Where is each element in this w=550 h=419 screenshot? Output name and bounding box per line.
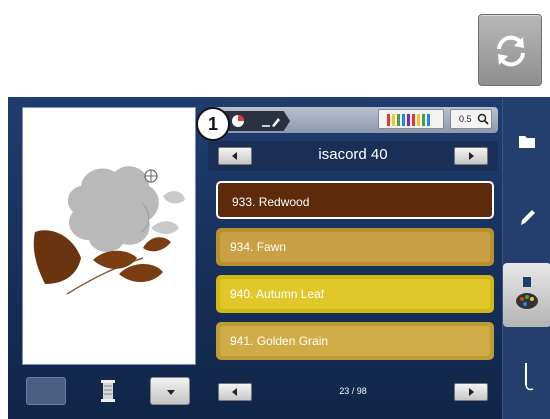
- page-next-button[interactable]: [454, 383, 488, 401]
- magnifier-icon: [477, 113, 489, 125]
- palette-icon: [516, 277, 538, 309]
- sidebar-needle-button[interactable]: [507, 355, 547, 399]
- zoom-button[interactable]: 0.5: [450, 109, 492, 129]
- sidebar-color-button[interactable]: [503, 263, 550, 327]
- callout-marker: 1: [196, 107, 230, 141]
- color-label: 940. Autumn Leaf: [230, 287, 325, 301]
- color-item-2[interactable]: 940. Autumn Leaf: [216, 275, 494, 313]
- color-label: 941. Golden Grain: [230, 334, 329, 348]
- brand-next-button[interactable]: [454, 147, 488, 165]
- scroll-down-button[interactable]: [150, 377, 190, 405]
- color-label: 933. Redwood: [232, 195, 310, 209]
- tab-edit[interactable]: [248, 111, 290, 131]
- pencil-icon: [521, 210, 535, 225]
- thread-color-view-button[interactable]: [378, 109, 444, 129]
- stage: 0.5 1 isacord 40 933. Redwood 934. Fawn …: [0, 0, 550, 419]
- color-item-0[interactable]: 933. Redwood: [216, 181, 494, 219]
- color-item-1[interactable]: 934. Fawn: [216, 228, 494, 266]
- machine-screen: 0.5 1 isacord 40 933. Redwood 934. Fawn …: [8, 97, 550, 419]
- pagination-bar: 23 / 98: [208, 377, 498, 407]
- color-label: 934. Fawn: [230, 240, 287, 254]
- right-sidebar: [502, 97, 550, 419]
- zoom-label: 0.5: [459, 114, 472, 124]
- brand-prev-button[interactable]: [218, 147, 252, 165]
- page-prev-button[interactable]: [218, 383, 252, 401]
- folder-icon: [519, 136, 535, 148]
- sidebar-edit-button[interactable]: [507, 197, 547, 241]
- pencil-line-icon: [262, 118, 280, 127]
- spool-icon: [96, 377, 120, 405]
- sidebar-folder-button[interactable]: [507, 121, 547, 165]
- thread-brand-nav: isacord 40: [208, 141, 498, 171]
- page-indicator: 23 / 98: [339, 386, 367, 396]
- color-item-3[interactable]: 941. Golden Grain: [216, 322, 494, 360]
- design-image: [33, 166, 185, 295]
- embroidery-preview: [22, 107, 196, 365]
- needle-icon: [525, 363, 534, 391]
- color-bars-icon: [387, 114, 430, 126]
- sync-button[interactable]: [478, 14, 542, 86]
- refresh-icon: [497, 35, 525, 67]
- thread-brand-title: isacord 40: [318, 146, 388, 163]
- left-action-button[interactable]: [26, 377, 66, 405]
- color-wheel-icon: [232, 115, 244, 127]
